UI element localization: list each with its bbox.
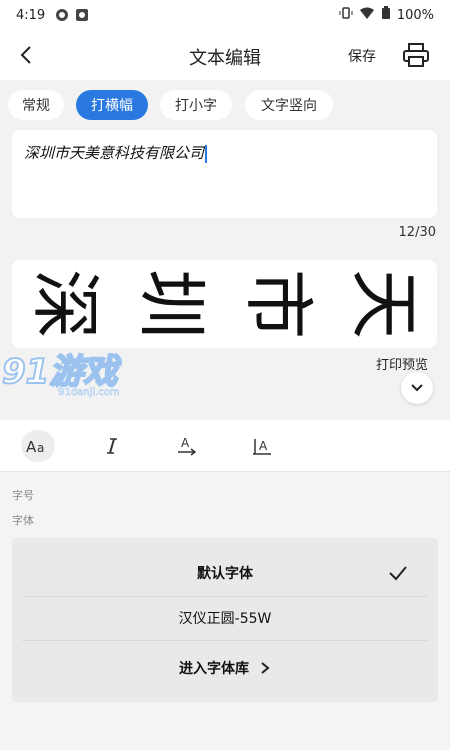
- font-family-label: 字体: [12, 514, 34, 527]
- watermark-sub: 91danji.com: [58, 387, 120, 398]
- italic-tool[interactable]: [95, 430, 129, 462]
- font-style-tool[interactable]: A a: [21, 430, 55, 462]
- battery-level: 100%: [396, 7, 434, 23]
- text-caret: [205, 144, 208, 163]
- tab-vertical-text[interactable]: 文字竖向: [245, 90, 333, 120]
- image-icon: [75, 8, 89, 22]
- preview-chars: 深 圳 市 天: [12, 260, 437, 348]
- char-counter: 12/30: [398, 225, 436, 240]
- text-direction-tool[interactable]: A: [170, 430, 204, 462]
- save-button[interactable]: 保存: [348, 46, 376, 66]
- app-icon: [55, 8, 69, 22]
- page-title: 文本编辑: [189, 48, 261, 69]
- chevron-right-icon: [261, 662, 270, 674]
- font-size-label: 字号: [12, 489, 34, 502]
- preview-char: 圳: [130, 269, 213, 339]
- preview-char: 深: [24, 269, 107, 339]
- divider: [22, 640, 428, 641]
- font-option-label: 汉仪正圆-55W: [178, 611, 272, 627]
- svg-text:A: A: [181, 436, 190, 450]
- wifi-icon: [359, 6, 375, 24]
- text-rotate-icon: A: [253, 439, 271, 455]
- tab-banner[interactable]: 打横幅: [76, 90, 148, 120]
- chevron-down-icon: [411, 384, 423, 392]
- watermark-text: 91游戏: [2, 352, 121, 392]
- svg-text:A: A: [259, 439, 268, 453]
- preview-char: 市: [236, 269, 319, 339]
- font-library-link[interactable]: 进入字体库: [22, 646, 428, 690]
- status-bar: 4:19 100%: [0, 0, 450, 30]
- svg-text:A: A: [26, 438, 37, 455]
- text-input-value: 深圳市天美意科技有限公司: [24, 144, 205, 162]
- text-rotate-tool[interactable]: A: [245, 430, 279, 462]
- battery-icon: [381, 6, 391, 24]
- mode-tabs: 常规 打横幅 打小字 文字竖向: [0, 90, 450, 122]
- check-icon: [389, 566, 407, 581]
- format-toolbar: A a A A: [0, 420, 450, 472]
- svg-text:a: a: [37, 441, 44, 455]
- text-input[interactable]: 深圳市天美意科技有限公司: [12, 130, 437, 218]
- collapse-button[interactable]: [401, 372, 433, 404]
- status-time: 4:19: [16, 7, 46, 23]
- watermark-logo: 91游戏 91danji.com: [0, 345, 140, 400]
- status-right: 100%: [339, 6, 434, 24]
- print-button[interactable]: [402, 42, 430, 68]
- vibrate-icon: [339, 6, 353, 24]
- app-bar: 文本编辑 保存: [0, 30, 450, 80]
- tab-regular[interactable]: 常规: [8, 90, 64, 120]
- tab-small-text[interactable]: 打小字: [160, 90, 232, 120]
- print-preview-label: 打印预览: [376, 358, 429, 373]
- font-library-label: 进入字体库: [179, 661, 249, 677]
- preview-char: 天: [342, 269, 425, 339]
- font-option-hanyi[interactable]: 汉仪正圆-55W: [22, 596, 428, 640]
- banner-preview: 深 圳 市 天: [12, 260, 437, 348]
- font-list: 默认字体 汉仪正圆-55W 进入字体库: [12, 538, 438, 702]
- italic-icon: [107, 438, 117, 454]
- text-direction-icon: A: [178, 436, 197, 456]
- font-option-label: 默认字体: [197, 566, 253, 582]
- font-option-default[interactable]: 默认字体: [22, 551, 428, 595]
- font-size-icon: A a: [26, 438, 44, 455]
- printer-icon: [403, 43, 429, 67]
